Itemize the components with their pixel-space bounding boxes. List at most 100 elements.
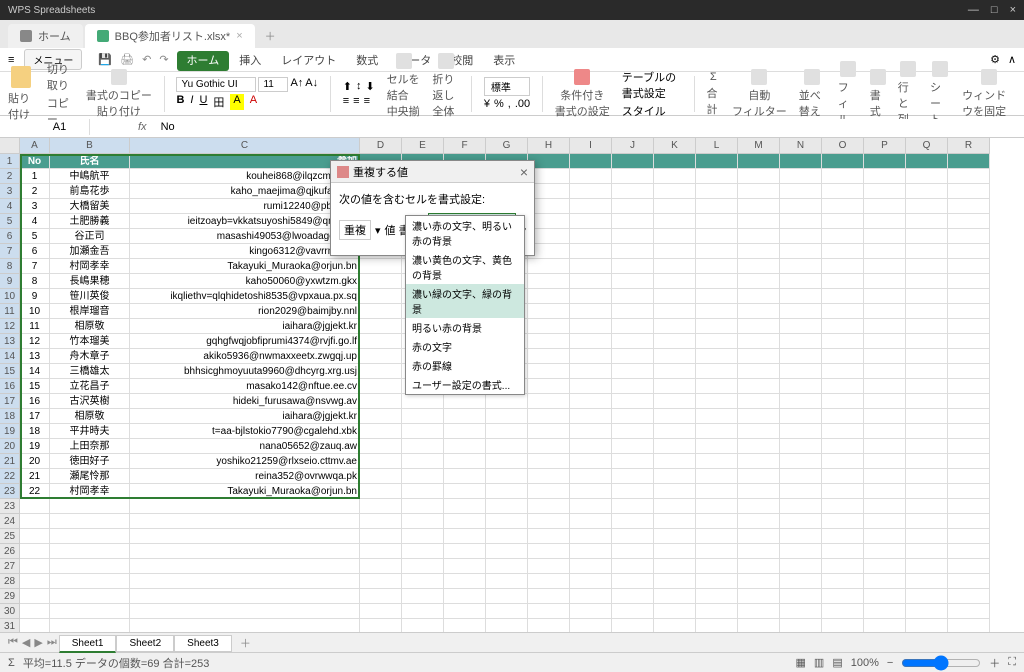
- cell-N14[interactable]: [780, 349, 822, 364]
- cell-Q15[interactable]: [906, 364, 948, 379]
- cell-Q23[interactable]: [906, 484, 948, 499]
- cell-C17[interactable]: hideki_furusawa@nsvwg.av: [130, 394, 360, 409]
- cell-E18[interactable]: [402, 409, 444, 424]
- cell-D17[interactable]: [360, 394, 402, 409]
- cell-H24[interactable]: [528, 514, 570, 529]
- cell-L3[interactable]: [696, 184, 738, 199]
- cell-B29[interactable]: [50, 589, 130, 604]
- maximize-icon[interactable]: □: [991, 4, 998, 16]
- cell-Q26[interactable]: [906, 544, 948, 559]
- cell-E22[interactable]: [402, 469, 444, 484]
- cell-D23[interactable]: [360, 484, 402, 499]
- cell-P23[interactable]: [864, 484, 906, 499]
- cell-O8[interactable]: [822, 259, 864, 274]
- select-all-corner[interactable]: [0, 138, 20, 154]
- cell-K19[interactable]: [654, 424, 696, 439]
- cell-D24[interactable]: [360, 514, 402, 529]
- cell-A18[interactable]: 17: [20, 409, 50, 424]
- cell-E19[interactable]: [402, 424, 444, 439]
- cell-R4[interactable]: [948, 199, 990, 214]
- cell-A9[interactable]: 8: [20, 274, 50, 289]
- cell-M31[interactable]: [738, 619, 780, 632]
- cell-E31[interactable]: [402, 619, 444, 632]
- cell-H13[interactable]: [528, 334, 570, 349]
- cell-C10[interactable]: ikqliethv=qlqhidetoshi8535@vpxaua.px.sq: [130, 289, 360, 304]
- cell-R17[interactable]: [948, 394, 990, 409]
- cell-L6[interactable]: [696, 229, 738, 244]
- percent-icon[interactable]: %: [494, 98, 504, 110]
- cell-J14[interactable]: [612, 349, 654, 364]
- cell-A22[interactable]: 21: [20, 469, 50, 484]
- cell-Q25[interactable]: [906, 529, 948, 544]
- cell-N28[interactable]: [780, 574, 822, 589]
- cell-B3[interactable]: 前島花歩: [50, 184, 130, 199]
- cell-I27[interactable]: [570, 559, 612, 574]
- cell-R6[interactable]: [948, 229, 990, 244]
- align-center-icon[interactable]: ≡: [353, 95, 359, 107]
- cell-I5[interactable]: [570, 214, 612, 229]
- cell-K13[interactable]: [654, 334, 696, 349]
- row-header-24[interactable]: 24: [0, 514, 20, 529]
- cell-P17[interactable]: [864, 394, 906, 409]
- add-sheet-button[interactable]: ＋: [234, 633, 257, 653]
- cell-P27[interactable]: [864, 559, 906, 574]
- cell-D15[interactable]: [360, 364, 402, 379]
- cell-K17[interactable]: [654, 394, 696, 409]
- cell-H31[interactable]: [528, 619, 570, 632]
- cell-A14[interactable]: 13: [20, 349, 50, 364]
- cell-C29[interactable]: [130, 589, 360, 604]
- cell-A5[interactable]: 4: [20, 214, 50, 229]
- cell-M17[interactable]: [738, 394, 780, 409]
- cell-M7[interactable]: [738, 244, 780, 259]
- cell-K10[interactable]: [654, 289, 696, 304]
- cell-M9[interactable]: [738, 274, 780, 289]
- cell-O23[interactable]: [822, 499, 864, 514]
- sum-indicator-icon[interactable]: Σ: [8, 657, 15, 669]
- style-button[interactable]: スタイル: [622, 103, 682, 119]
- cell-A26[interactable]: [20, 544, 50, 559]
- cell-H27[interactable]: [528, 559, 570, 574]
- cell-B15[interactable]: 三橋雄太: [50, 364, 130, 379]
- cell-L1[interactable]: [696, 154, 738, 169]
- cell-C26[interactable]: [130, 544, 360, 559]
- cell-L27[interactable]: [696, 559, 738, 574]
- row-header-28[interactable]: 28: [0, 574, 20, 589]
- cell-I26[interactable]: [570, 544, 612, 559]
- cell-G30[interactable]: [486, 604, 528, 619]
- cell-M30[interactable]: [738, 604, 780, 619]
- cell-J6[interactable]: [612, 229, 654, 244]
- cell-M18[interactable]: [738, 409, 780, 424]
- cell-K31[interactable]: [654, 619, 696, 632]
- cell-R13[interactable]: [948, 334, 990, 349]
- cell-I24[interactable]: [570, 514, 612, 529]
- cell-A10[interactable]: 9: [20, 289, 50, 304]
- cell-J8[interactable]: [612, 259, 654, 274]
- cell-G18[interactable]: [486, 409, 528, 424]
- view-page-icon[interactable]: ▥: [814, 656, 824, 669]
- cell-G19[interactable]: [486, 424, 528, 439]
- cell-A3[interactable]: 2: [20, 184, 50, 199]
- cell-B5[interactable]: 土肥勝義: [50, 214, 130, 229]
- col-header-M[interactable]: M: [738, 138, 780, 154]
- cell-B9[interactable]: 長嶋果穂: [50, 274, 130, 289]
- cell-Q30[interactable]: [906, 604, 948, 619]
- cell-Q1[interactable]: [906, 154, 948, 169]
- decrease-font-icon[interactable]: A↓: [305, 77, 318, 92]
- cell-P24[interactable]: [864, 514, 906, 529]
- cell-O21[interactable]: [822, 454, 864, 469]
- cell-Q9[interactable]: [906, 274, 948, 289]
- cell-C24[interactable]: [130, 514, 360, 529]
- cell-I15[interactable]: [570, 364, 612, 379]
- cell-R9[interactable]: [948, 274, 990, 289]
- cell-O22[interactable]: [822, 469, 864, 484]
- dropdown-option-0[interactable]: 濃い赤の文字、明るい赤の背景: [406, 216, 524, 250]
- cell-N25[interactable]: [780, 529, 822, 544]
- cell-B31[interactable]: [50, 619, 130, 632]
- cell-O30[interactable]: [822, 604, 864, 619]
- dialog-close-button[interactable]: ×: [520, 164, 528, 180]
- cell-L15[interactable]: [696, 364, 738, 379]
- cell-P20[interactable]: [864, 439, 906, 454]
- cell-D12[interactable]: [360, 319, 402, 334]
- cell-D28[interactable]: [360, 574, 402, 589]
- cell-R21[interactable]: [948, 454, 990, 469]
